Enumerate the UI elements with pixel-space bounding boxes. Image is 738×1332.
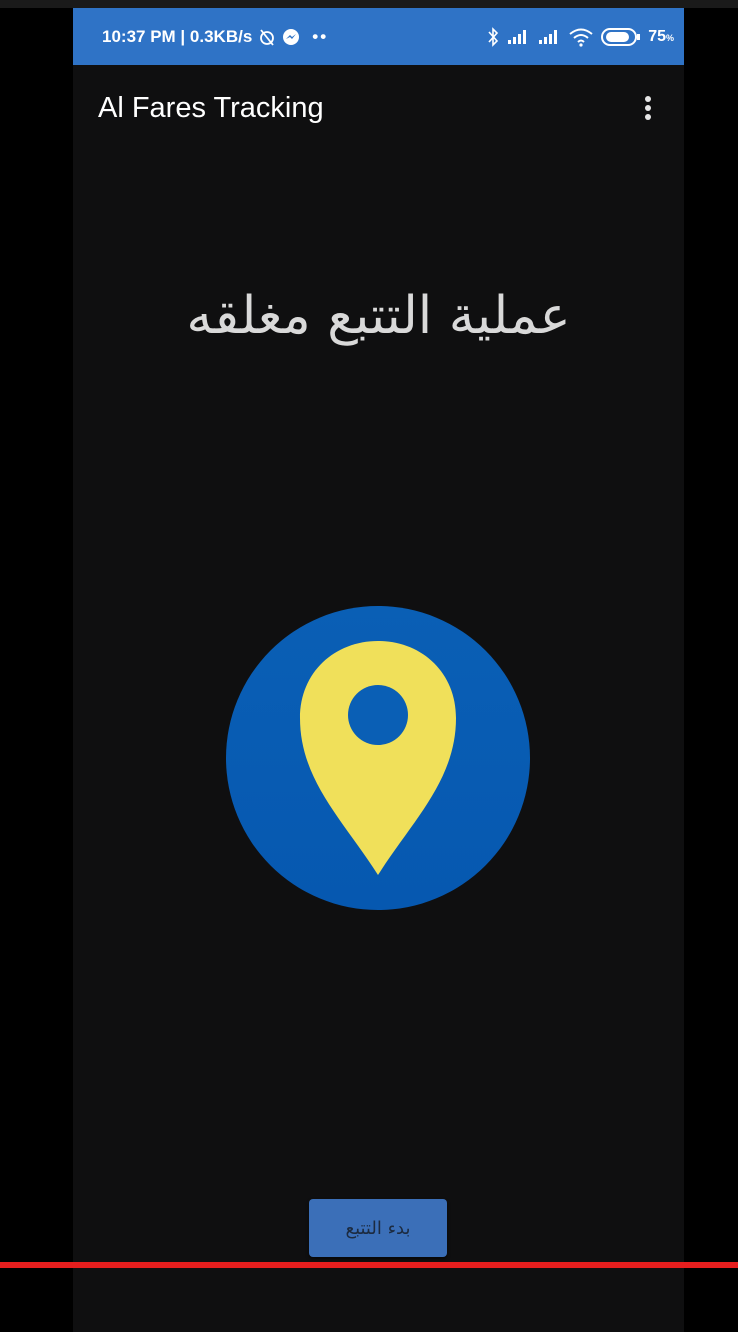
signal-icon [539,29,558,44]
wifi-icon [569,28,593,47]
video-progress-line [0,1262,738,1268]
messenger-icon [283,28,300,45]
app-title: Al Fares Tracking [98,92,324,124]
video-top-strip [0,0,738,8]
bluetooth-icon [488,26,499,47]
battery-icon [601,27,641,46]
alarm-off-icon [260,28,275,46]
more-vert-icon[interactable] [636,93,660,125]
signal-icon [508,29,527,44]
location-pin-icon [226,606,530,910]
status-bar: 10:37 PM | 0.3KB/s •• 75% [73,8,684,65]
more-notifications-icon: •• [312,26,329,46]
battery-percent-sign: % [665,32,674,43]
start-tracking-button[interactable]: بدء التتبع [309,1199,447,1257]
battery-level: 75% [648,27,674,45]
phone-screen: 10:37 PM | 0.3KB/s •• 75% Al Fares Track… [73,8,684,1332]
app-bar: Al Fares Tracking [73,65,684,153]
status-time: 10:37 PM | 0.3KB/s [102,26,253,46]
tracking-status-text: عملية التتبع مغلقه [186,286,571,346]
status-right: 75% [487,8,674,65]
status-left: 10:37 PM | 0.3KB/s •• [102,8,328,65]
